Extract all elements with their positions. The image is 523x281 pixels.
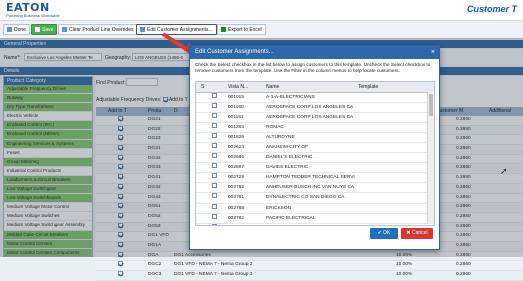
customer-name: ROMAC xyxy=(266,125,284,131)
vista-number: 002752 xyxy=(228,185,245,191)
vista-number: 001015 xyxy=(228,95,245,100)
clear-overrides-button[interactable]: Clear Product Line Overrides xyxy=(58,24,138,35)
customer-row[interactable]: 001015 A-1-A-ELECTRICIANS xyxy=(196,93,434,104)
mouse-cursor-icon: ➚ xyxy=(500,166,508,176)
customer-row[interactable]: 002761 DYNALECTRIC CO SAN DIEGO CA xyxy=(196,193,434,204)
customer-name: PACIFIC ELECTRICAL xyxy=(266,215,316,221)
customer-row[interactable]: 002768 ERICKSON xyxy=(196,203,434,214)
select-checkbox[interactable] xyxy=(212,163,217,169)
discount-percent: 10.00% xyxy=(396,262,413,268)
customer-name: DANIEL'S ELECTRIC xyxy=(266,155,313,161)
select-checkbox[interactable] xyxy=(212,223,217,225)
customer-table: S Vista N... Name Template 001015 A-1-A-E… xyxy=(195,81,435,226)
close-icon[interactable]: × xyxy=(431,46,435,59)
product-code: DGC2 xyxy=(148,262,162,268)
select-checkbox[interactable] xyxy=(212,123,217,129)
select-checkbox[interactable] xyxy=(212,173,217,179)
export-excel-button[interactable]: Export to Excel xyxy=(217,24,266,35)
customer-table-scrollbar[interactable] xyxy=(427,92,434,224)
customer-name: AEROSPACE CORP LOS ANGELES CA xyxy=(266,115,354,121)
customer-name: HAMPTON TEDDER TECHNICAL SERVI xyxy=(266,175,355,181)
edit-customer-assignments-button[interactable]: Edit Customer Assignments... xyxy=(136,24,217,35)
scrollbar-thumb[interactable] xyxy=(429,94,433,116)
table-row[interactable]: DGC2 DG1 VFD - NEMA 7 - Nema Group 2 10.00… xyxy=(96,261,523,271)
vista-number: 002761 xyxy=(228,195,245,201)
name-column-header[interactable]: Name xyxy=(266,82,279,92)
vista-number: 002845 xyxy=(228,224,244,225)
vista-number: 002696 xyxy=(228,155,245,161)
product-description: DG1 VFD - NEMA 7 - Nema Group 2 xyxy=(174,262,253,268)
customer-name: DAVIES ELECTRIC xyxy=(266,165,309,171)
select-checkbox[interactable] xyxy=(212,213,217,219)
add-checkbox[interactable] xyxy=(118,271,123,276)
template-column-header[interactable]: Template xyxy=(358,82,378,92)
tagline: Powering Business Worldwide xyxy=(6,13,60,18)
add-checkbox[interactable] xyxy=(118,261,123,267)
customer-name: ERICKSON xyxy=(266,205,292,211)
top-header: EATON Powering Business Worldwide Custom… xyxy=(0,0,523,21)
edit-icon xyxy=(140,27,145,33)
vista-number: 001263 xyxy=(228,125,245,131)
vista-number: 002792 xyxy=(228,215,245,221)
customer-row[interactable]: 001263 ROMAC xyxy=(196,123,434,134)
customer-row[interactable]: 002792 PACIFIC ELECTRICAL xyxy=(196,213,434,224)
toolbar: Done Save Clear Product Line Overrides E… xyxy=(0,21,523,39)
customer-row[interactable]: 002752 ANHEUSER-BUSCH INC VAN NUYS CA xyxy=(196,183,434,194)
select-checkbox[interactable] xyxy=(212,183,217,189)
select-checkbox[interactable] xyxy=(212,193,217,199)
customer-row[interactable]: 001826 ALTURDYNE xyxy=(196,133,434,144)
customer-name: AEROSPACE CORP LOS ANGELES CA xyxy=(266,105,354,111)
dialog-description: Check the Select checkbox in the list be… xyxy=(195,62,431,73)
customer-table-header: S Vista N... Name Template xyxy=(196,82,434,93)
save-icon xyxy=(35,27,40,33)
ok-button[interactable]: ✔ OK xyxy=(370,228,398,239)
customer-name: ALTURDYNE xyxy=(266,135,295,141)
cancel-button[interactable]: ✖ Cancel xyxy=(401,228,433,239)
select-checkbox[interactable] xyxy=(212,203,217,209)
edit-customer-dialog: Edit Customer Assignments... × Check the… xyxy=(189,45,440,250)
done-button[interactable]: Done xyxy=(3,24,30,35)
customer-name: ANAHEIM CITY OF xyxy=(266,145,309,151)
table-row[interactable]: DGC3 DG1 VFD - NEMA 7 - Nema Group 3 10.00… xyxy=(96,271,523,281)
excel-icon xyxy=(221,27,226,33)
customer-name: DYNALECTRIC CO SAN DIEGO CA xyxy=(266,195,345,201)
product-code: DGC3 xyxy=(148,272,162,277)
vista-number: 001160 xyxy=(228,105,244,111)
select-checkbox[interactable] xyxy=(212,103,217,109)
discount-percent: 10.00% xyxy=(396,272,413,277)
vista-number: 002729 xyxy=(228,175,245,181)
customer-name: ANHEUSER-BUSCH INC VAN NUYS CA xyxy=(266,185,355,191)
customer-name: NIELSEN ELECTRIC xyxy=(266,224,312,225)
done-icon xyxy=(7,27,12,33)
select-checkbox[interactable] xyxy=(212,93,217,98)
customer-row[interactable]: 001160 AEROSPACE CORP LOS ANGELES CA xyxy=(196,103,434,114)
vista-number: 002624 xyxy=(228,145,245,151)
app-title: Customer T xyxy=(466,4,517,14)
vista-column-header[interactable]: Vista N... xyxy=(228,82,248,92)
select-checkbox[interactable] xyxy=(212,143,217,149)
customer-multiplier: 0.2860 xyxy=(456,262,471,268)
customer-row[interactable]: 002845 NIELSEN ELECTRIC xyxy=(196,223,434,225)
select-checkbox[interactable] xyxy=(212,153,217,159)
product-description: DG1 VFD - NEMA 7 - Nema Group 3 xyxy=(174,272,253,277)
clear-icon xyxy=(62,27,67,33)
customer-row[interactable]: 002697 DAVIES ELECTRIC xyxy=(196,163,434,174)
select-checkbox[interactable] xyxy=(212,133,217,139)
select-column-header[interactable]: S xyxy=(201,82,204,92)
customer-name: A-1-A-ELECTRICIANS xyxy=(266,95,315,100)
save-button[interactable]: Save xyxy=(31,24,58,35)
vista-number: 001161 xyxy=(228,115,244,121)
customer-row[interactable]: 001161 AEROSPACE CORP LOS ANGELES CA xyxy=(196,113,434,124)
vista-number: 002768 xyxy=(228,205,245,211)
dialog-title-bar: Edit Customer Assignments... × xyxy=(190,46,439,59)
customer-row[interactable]: 002729 HAMPTON TEDDER TECHNICAL SERVI xyxy=(196,173,434,184)
vista-number: 001826 xyxy=(228,135,245,141)
customer-multiplier: 0.2860 xyxy=(456,272,471,277)
customer-row[interactable]: 002624 ANAHEIM CITY OF xyxy=(196,143,434,154)
select-checkbox[interactable] xyxy=(212,113,217,119)
customer-row[interactable]: 002696 DANIEL'S ELECTRIC xyxy=(196,153,434,164)
vista-number: 002697 xyxy=(228,165,245,171)
